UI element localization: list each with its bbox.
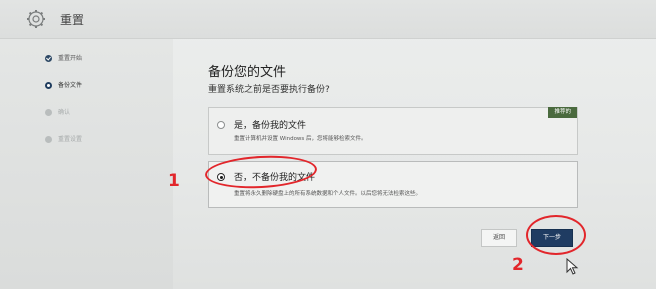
gear-icon <box>27 10 45 28</box>
title-bar: 重置 <box>0 0 656 39</box>
annotation-number-one: 1 <box>168 171 180 191</box>
step-label: 备份文件 <box>58 82 83 89</box>
step-label: 重置开始 <box>58 55 83 62</box>
step-label: 重置设置 <box>58 136 83 143</box>
mouse-cursor-icon <box>566 258 579 275</box>
app-title: 重置 <box>60 13 85 27</box>
option-title: 是，备份我的文件 <box>234 121 307 131</box>
pending-step-icon <box>45 109 52 116</box>
annotation-circle-next <box>526 215 586 255</box>
pending-step-icon <box>45 136 52 143</box>
page-subtitle: 重置系统之前是否要执行备份? <box>208 85 330 95</box>
radio-button[interactable] <box>217 121 225 129</box>
annotation-number-two: 2 <box>512 255 524 275</box>
page-title: 备份您的文件 <box>208 65 287 80</box>
option-backup-yes[interactable]: 是，备份我的文件 重置计算机并设置 Windows 后，您将能够检索文件。 推荐… <box>208 107 578 155</box>
check-icon <box>45 55 52 62</box>
reset-window: 重置 重置开始 备份文件 确认 重置设置 备份您的文件 重置系统之前是否要执行备… <box>0 0 656 289</box>
option-description: 重置计算机并设置 Windows 后，您将能够检索文件。 <box>234 136 367 142</box>
back-button[interactable]: 返回 <box>481 229 517 247</box>
recommended-badge: 推荐的 <box>548 107 577 118</box>
step-label: 确认 <box>58 109 71 116</box>
steps-sidebar: 重置开始 备份文件 确认 重置设置 <box>0 39 173 289</box>
current-step-icon <box>45 82 52 89</box>
option-description: 重置将永久删除硬盘上的所有系统数据和个人文件。以后您将无法检索这些。 <box>234 191 422 197</box>
